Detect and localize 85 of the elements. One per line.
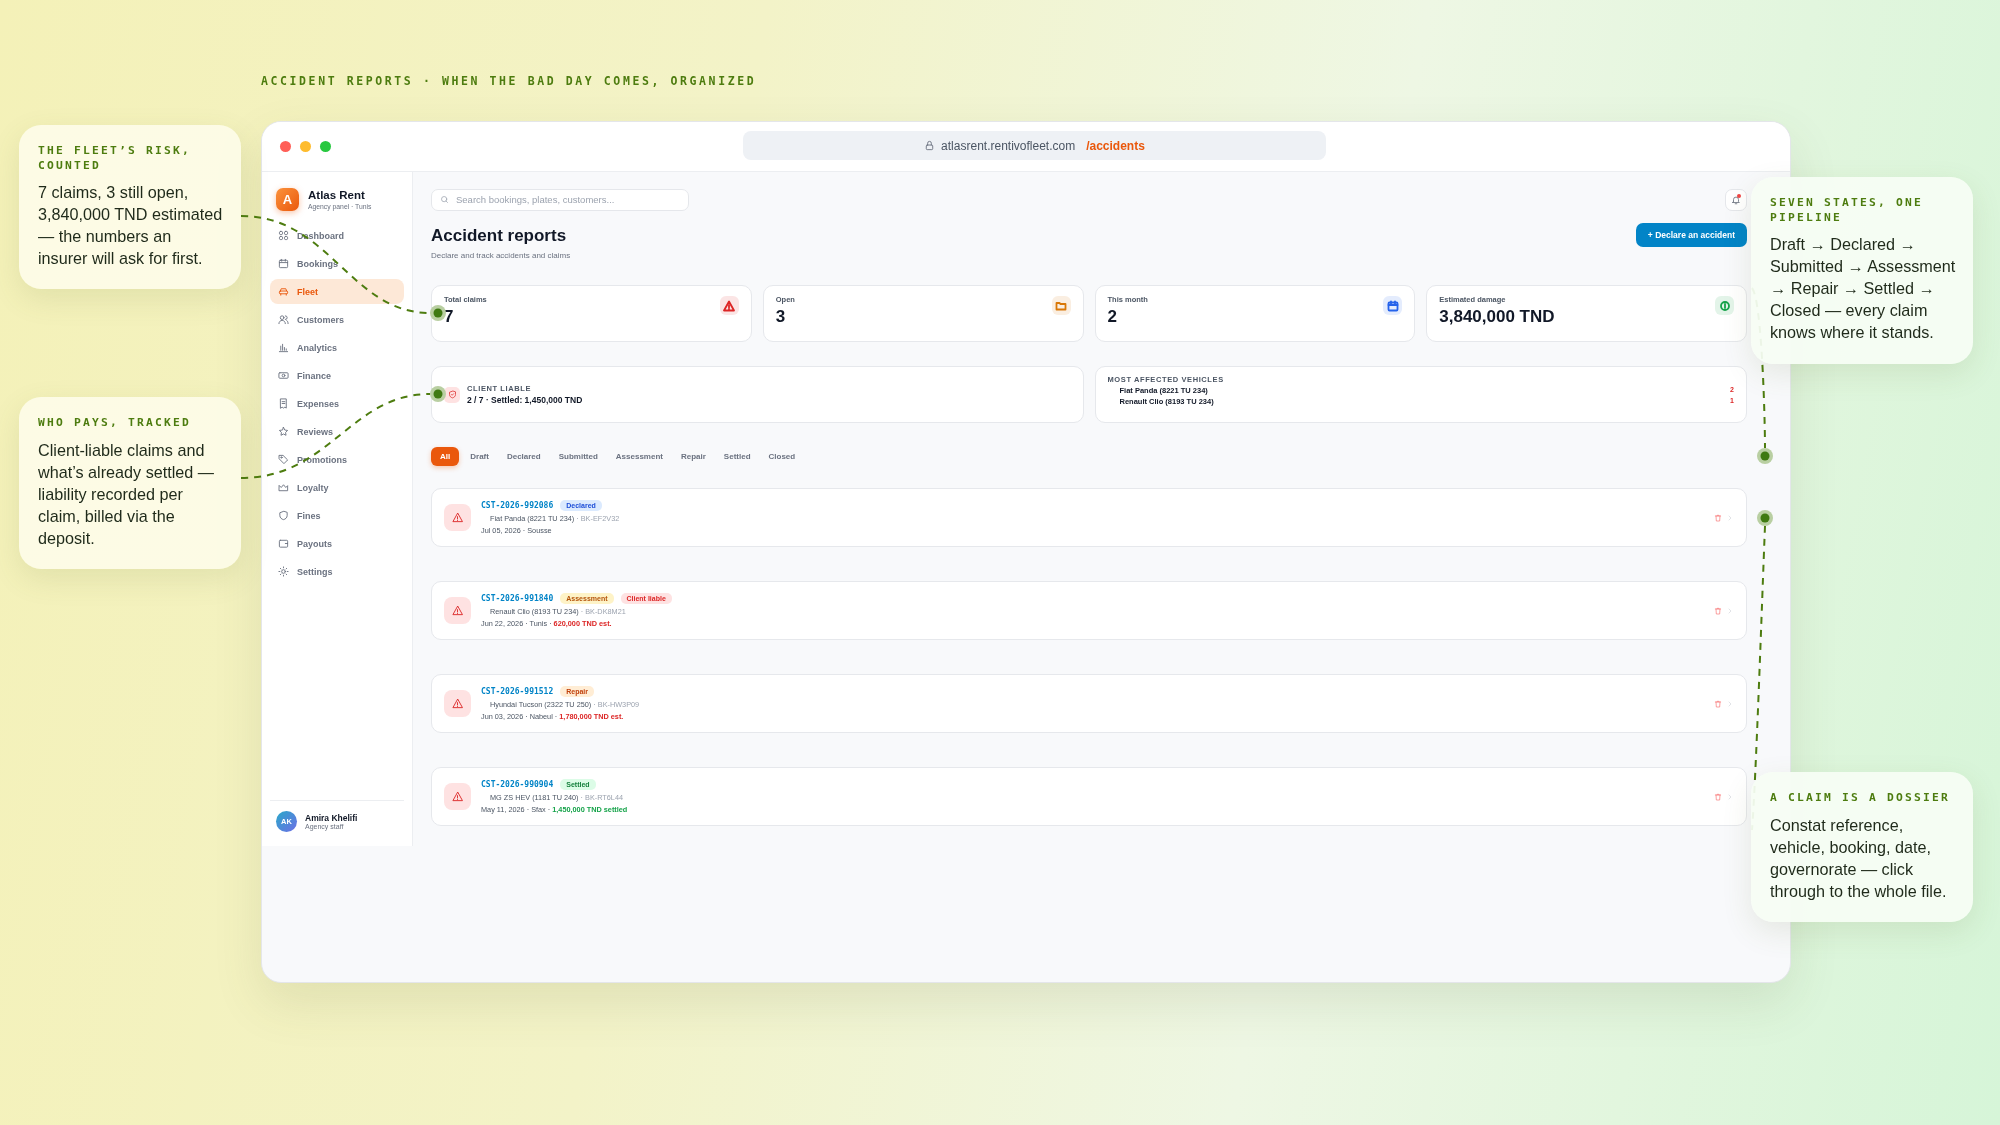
caption-text: ACCIDENT REPORTS · WHEN THE BAD DAY COMES, ORGANIZED [261,74,758,90]
sidebar-item[interactable]: Bookings [270,251,404,276]
stat-value: 3,840,000 TND [1439,307,1556,327]
calendar-icon [278,258,289,269]
search-field[interactable]: Search bookings, plates, customers... [431,188,689,211]
lock-icon [924,140,936,151]
url-host: atlasrent.rentivofleet.com [941,138,1076,153]
filter-tab[interactable]: Declared [499,447,548,466]
chevron-icon[interactable] [1726,699,1734,708]
user-name: Amira Khelifi [305,813,358,823]
filter-tab[interactable]: Assessment [608,447,670,466]
page-subtitle: Declare and track accidents and claims [431,251,571,260]
bar-chart-icon [278,342,289,353]
declare-button[interactable]: + Declare an accident [1635,223,1747,247]
sidebar-item[interactable]: Reviews [270,419,404,444]
sidebar-item[interactable]: Payouts [270,531,404,556]
star-icon [278,426,289,437]
sidebar-item[interactable]: Analytics [270,335,404,360]
claim-reference[interactable]: CST-2026-991840 [481,594,554,603]
shield-icon [278,510,289,521]
car-icon [278,286,289,297]
stat-value: 3 [775,307,787,327]
callout-text: Client-liable claims and what’s already settled — liability recorded per claim, billed via the deposit. [38,439,216,549]
crown-icon [278,482,289,493]
zoom-dot[interactable] [320,141,331,152]
stat-value: 7 [444,307,455,327]
filter-tab[interactable]: Draft [463,447,496,466]
address-bar[interactable]: atlasrent.rentivofleet.com /accidents [743,131,1326,160]
shield-icon [447,390,457,399]
sidebar-item[interactable]: Customers [270,307,404,332]
filter-tab[interactable]: Settled [716,447,758,466]
sidebar-item[interactable]: Finance [270,363,404,388]
page-title: Accident reports [431,225,568,247]
trash-icon[interactable] [1714,513,1722,522]
stat-value: 2 [1107,307,1118,327]
bell-icon [1731,194,1741,205]
chevron-icon[interactable] [1726,792,1734,801]
callout-title: THE FLEET’S RISK, COUNTED [38,144,193,174]
trash-icon[interactable] [1714,699,1722,708]
warning-icon [452,605,463,616]
brand-name: Atlas Rent [308,189,366,201]
minimize-dot[interactable] [300,141,311,152]
close-dot[interactable] [280,141,291,152]
sidebar-item[interactable]: Settings [270,559,404,584]
warning-icon [452,791,463,802]
filter-tab[interactable]: Closed [761,447,803,466]
connector-dot [1757,448,1773,464]
brand-logo: A [276,188,299,211]
sidebar-item[interactable]: Fines [270,503,404,528]
notifications-button[interactable] [1725,188,1747,211]
search-icon [440,195,449,204]
chevron-icon[interactable] [1726,513,1734,522]
sidebar-item[interactable]: Expenses [270,391,404,416]
connector-dot [430,386,446,402]
callout-text: Draft → Declared → Submitted → Assessment → Repair → Settled → Closed — every claim knows where it stands. [1770,234,1957,344]
receipt-icon [278,398,289,409]
sidebar-item[interactable]: Dashboard [270,223,404,248]
callout-text: 7 claims, 3 still open, 3,840,000 TND estimated — the numbers an insurer will ask for first. [38,182,224,270]
warning-icon [452,698,463,709]
claim-reference[interactable]: CST-2026-991512 [481,687,554,696]
callout-text: Constat reference, vehicle, booking, date, governorate — click through to the whole file. [1770,814,1948,902]
chevron-icon[interactable] [1726,606,1734,615]
sidebar-item[interactable]: Loyalty [270,475,404,500]
claim-reference[interactable]: CST-2026-990904 [481,780,554,789]
sun-icon [278,566,289,577]
tag-icon [278,454,289,465]
connector-dot [1757,510,1773,526]
filter-tab[interactable]: Repair [673,447,713,466]
grid-icon [278,230,289,241]
sidebar-item[interactable]: Fleet [270,279,404,304]
warning-icon [452,512,463,523]
callout-title: SEVEN STATES, ONE PIPELINE [1770,196,1925,226]
wallet-icon [278,538,289,549]
url-path: /accidents [1086,138,1145,153]
callout-title: A CLAIM IS A DOSSIER [1770,791,1952,806]
filter-tab[interactable]: Submitted [551,447,605,466]
banknote-icon [278,370,289,381]
summary-value: 2 / 7 · Settled: 1,450,000 TND [467,395,583,405]
claim-reference[interactable]: CST-2026-992086 [481,501,554,510]
trash-icon[interactable] [1714,606,1722,615]
connector-dot [430,305,446,321]
filter-tab[interactable]: All [431,447,460,466]
trash-icon[interactable] [1714,792,1722,801]
callout-title: WHO PAYS, TRACKED [38,416,193,431]
people-icon [278,314,289,325]
